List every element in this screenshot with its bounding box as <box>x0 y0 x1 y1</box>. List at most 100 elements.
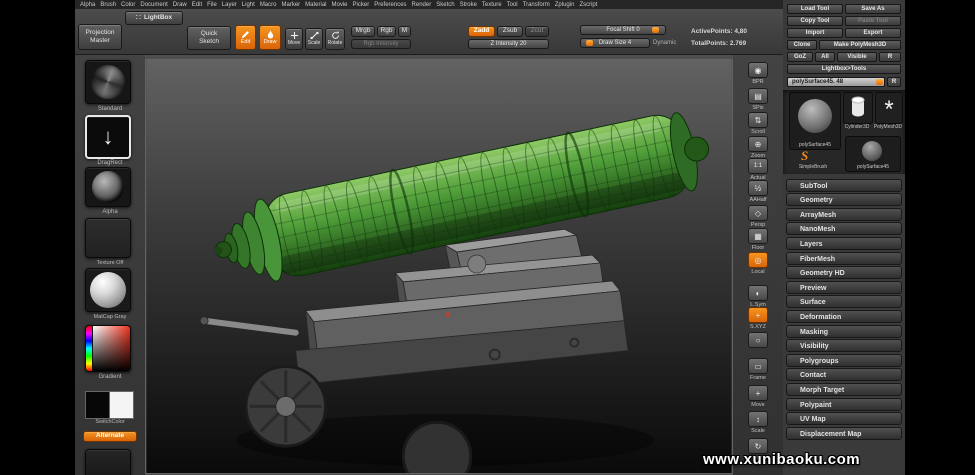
menu-item-macro[interactable]: Macro <box>260 2 277 8</box>
tool-section-visibility[interactable]: Visibility <box>786 339 902 352</box>
load-tool-button[interactable]: Load Tool <box>787 4 843 14</box>
rgb-intensity-slider[interactable]: Rgb Intensity <box>351 39 411 49</box>
scroll-icon[interactable]: ⇅ <box>748 112 768 128</box>
simplebrush-icon[interactable]: S <box>801 148 808 164</box>
copy-tool-button[interactable]: Copy Tool <box>787 16 843 26</box>
frame-icon[interactable]: ▭ <box>748 358 768 374</box>
menu-item-light[interactable]: Light <box>242 2 255 8</box>
make-polymesh3d-button[interactable]: Make PolyMesh3D <box>819 40 901 50</box>
floor-icon[interactable]: ▦ <box>748 228 768 244</box>
quick-sketch-button[interactable]: Quick Sketch <box>187 26 231 50</box>
menu-item-zplugin[interactable]: Zplugin <box>555 2 575 8</box>
focal-shift-knob[interactable] <box>652 27 659 33</box>
rotate-button[interactable]: Rotate <box>325 28 345 50</box>
goz-all-button[interactable]: All <box>815 52 835 62</box>
tool-section-morph-target[interactable]: Morph Target <box>786 383 902 396</box>
goz-visible-button[interactable]: Visible <box>837 52 877 62</box>
color-picker[interactable] <box>85 325 131 372</box>
tool-section-masking[interactable]: Masking <box>786 325 902 338</box>
menu-item-file[interactable]: File <box>207 2 217 8</box>
export-button[interactable]: Export <box>845 28 901 38</box>
draw-button[interactable]: Draw <box>259 25 281 50</box>
menu-item-alpha[interactable]: Alpha <box>80 2 95 8</box>
goz-button[interactable]: GoZ <box>787 52 813 62</box>
sv-square[interactable] <box>93 326 130 371</box>
lsym-icon[interactable]: ◐ <box>748 285 768 301</box>
alternate-button[interactable]: Alternate <box>83 431 137 442</box>
dynamic-toggle[interactable]: Dynamic <box>653 40 676 46</box>
sxyz-icon[interactable]: + <box>748 307 768 323</box>
persp-icon[interactable]: ◇ <box>748 205 768 221</box>
clone-button[interactable]: Clone <box>787 40 817 50</box>
focal-shift-slider[interactable]: Focal Shift 0 <box>580 25 666 35</box>
bpr-icon[interactable]: ◉ <box>748 62 768 78</box>
menu-item-material[interactable]: Material <box>305 2 326 8</box>
menu-item-layer[interactable]: Layer <box>222 2 237 8</box>
m-button[interactable]: M <box>398 26 411 37</box>
zadd-button[interactable]: Zadd <box>468 26 495 37</box>
cylinder3d-thumb[interactable] <box>843 92 873 124</box>
zcut-button[interactable]: Zcut <box>525 26 549 37</box>
scale-button[interactable]: Scale <box>305 28 323 50</box>
tool-section-fibermesh[interactable]: FiberMesh <box>786 252 902 265</box>
polymesh3d-thumb[interactable]: * <box>875 92 903 124</box>
recent-tool-thumb[interactable]: polySurface45 <box>845 136 901 172</box>
menu-item-stroke[interactable]: Stroke <box>460 2 477 8</box>
tool-section-displacement-map[interactable]: Displacement Map <box>786 427 902 440</box>
z-intensity-slider[interactable]: Z Intensity 20 <box>468 39 549 49</box>
draw-size-knob[interactable] <box>586 40 593 46</box>
menu-item-picker[interactable]: Picker <box>353 2 370 8</box>
spix-icon[interactable]: ▤ <box>748 88 768 104</box>
menu-item-zscript[interactable]: Zscript <box>579 2 597 8</box>
main-color-swatch[interactable] <box>85 391 111 419</box>
tool-name-slider[interactable]: polySurface45. 48 <box>787 77 885 87</box>
material-selector[interactable] <box>85 268 131 312</box>
menu-item-draw[interactable]: Draw <box>173 2 187 8</box>
tool-section-deformation[interactable]: Deformation <box>786 310 902 323</box>
menu-item-transform[interactable]: Transform <box>523 2 550 8</box>
tool-section-arraymesh[interactable]: ArrayMesh <box>786 208 902 221</box>
rgb-button[interactable]: Rgb <box>377 26 396 37</box>
hue-strip[interactable] <box>86 326 92 371</box>
tool-section-polypaint[interactable]: Polypaint <box>786 398 902 411</box>
move-shelf-icon[interactable]: + <box>748 385 768 401</box>
paste-tool-button[interactable]: Paste Tool <box>845 16 901 26</box>
projection-master-button[interactable]: Projection Master <box>78 24 122 50</box>
tool-section-preview[interactable]: Preview <box>786 281 902 294</box>
menu-item-movie[interactable]: Movie <box>332 2 348 8</box>
stroke-selector[interactable]: ↓ <box>85 115 131 159</box>
tool-name-knob[interactable] <box>876 79 883 85</box>
menu-item-texture[interactable]: Texture <box>482 2 502 8</box>
tool-section-subtool[interactable]: SubTool <box>786 179 902 192</box>
texture-selector[interactable] <box>85 218 131 258</box>
tool-section-nanomesh[interactable]: NanoMesh <box>786 222 902 235</box>
lightbox-button[interactable]: ∷ LightBox <box>125 11 183 25</box>
tool-section-geometry-hd[interactable]: Geometry HD <box>786 266 902 279</box>
tool-section-uv-map[interactable]: UV Map <box>786 412 902 425</box>
menu-item-tool[interactable]: Tool <box>507 2 518 8</box>
brush-selector[interactable] <box>85 60 131 104</box>
alpha-selector[interactable] <box>85 167 131 207</box>
menu-item-edit[interactable]: Edit <box>192 2 202 8</box>
import-button[interactable]: Import <box>787 28 843 38</box>
menu-item-render[interactable]: Render <box>412 2 432 8</box>
tool-section-geometry[interactable]: Geometry <box>786 193 902 206</box>
aahalf-icon[interactable]: ½ <box>748 180 768 196</box>
menu-item-brush[interactable]: Brush <box>100 2 116 8</box>
active-tool-thumb[interactable]: polySurface45 <box>789 92 841 150</box>
tool-r-button[interactable]: R <box>887 77 901 87</box>
zsub-button[interactable]: Zsub <box>497 26 523 37</box>
pivot-icon[interactable]: ○ <box>748 332 768 348</box>
edit-button[interactable]: Edit <box>235 25 256 50</box>
save-as-button[interactable]: Save As <box>845 4 901 14</box>
secondary-color-swatch[interactable] <box>109 391 134 419</box>
actual-icon[interactable]: 1:1 <box>748 158 768 174</box>
menu-item-color[interactable]: Color <box>121 2 135 8</box>
menu-item-preferences[interactable]: Preferences <box>374 2 406 8</box>
tool-section-contact[interactable]: Contact <box>786 368 902 381</box>
draw-size-slider[interactable]: Draw Size 4 <box>580 38 650 48</box>
tool-section-layers[interactable]: Layers <box>786 237 902 250</box>
local-icon[interactable]: ◎ <box>748 252 768 268</box>
bottom-partial-thumb[interactable] <box>85 449 131 475</box>
menu-item-sketch[interactable]: Sketch <box>436 2 454 8</box>
